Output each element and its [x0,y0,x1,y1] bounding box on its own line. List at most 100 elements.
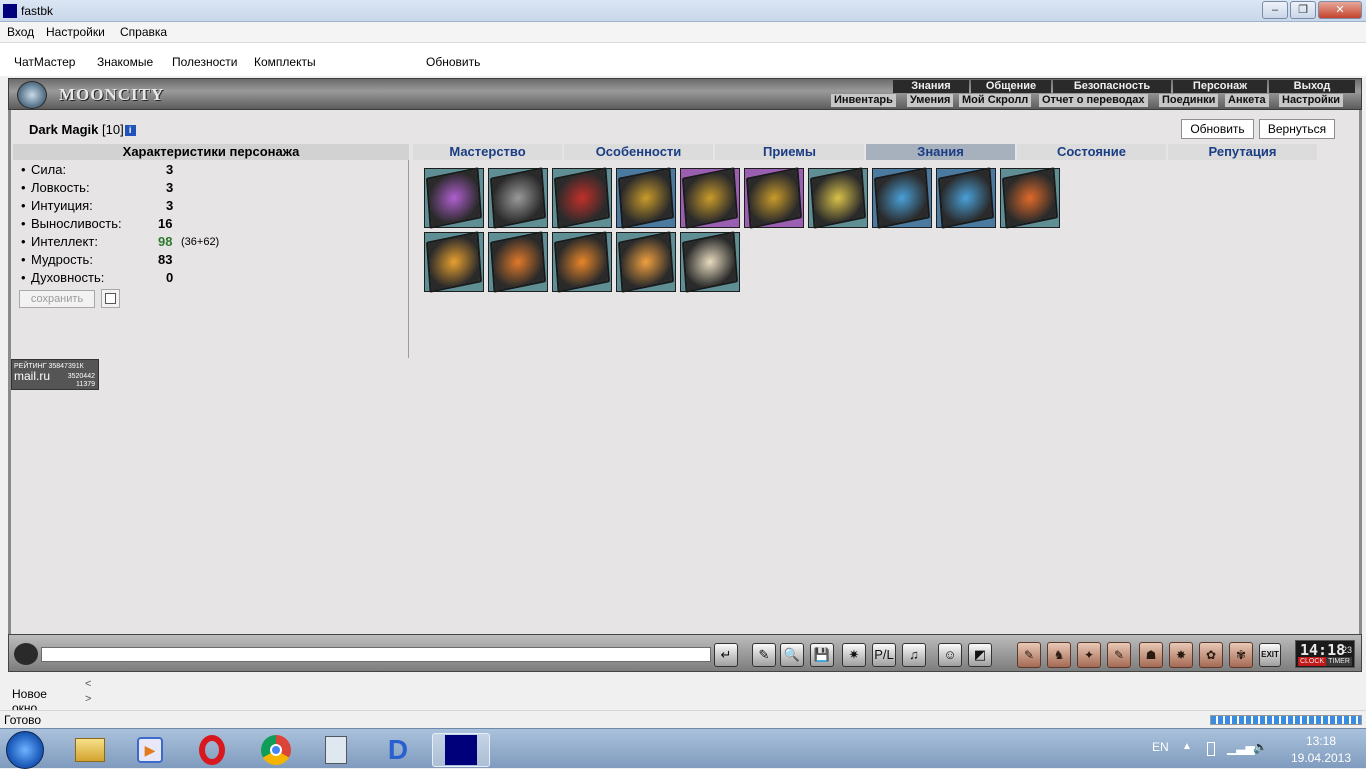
rating-line3: 11379 [76,381,95,388]
refresh-button[interactable]: Обновить [1181,119,1254,139]
game-action-button[interactable]: ✸ [1169,642,1193,668]
game-action-button[interactable]: ✾ [1229,642,1253,668]
media-player-icon[interactable]: ▶ [124,733,176,767]
tab-features[interactable]: Особенности [564,144,713,160]
chat-tool-button[interactable]: ♫ [902,643,926,667]
stat-agility: • Ловкость: [21,180,90,195]
scroll-item[interactable] [808,167,868,229]
chat-tool-button[interactable]: ◩ [968,643,992,667]
nav-character[interactable]: Персонаж [1173,80,1267,93]
chat-tool-button[interactable]: 🔍 [780,643,804,667]
tab-scroll-left-icon[interactable]: < [85,678,91,690]
save-checkbox[interactable] [101,289,120,308]
nav-skills[interactable]: Умения [907,94,954,107]
fastbk-taskbar-button[interactable] [432,733,490,767]
tab-mastery[interactable]: Мастерство [413,144,562,160]
timer-label[interactable]: TIMER [1326,657,1352,666]
start-button[interactable] [6,731,44,769]
game-action-button[interactable]: ✦ [1077,642,1101,668]
nav-fights[interactable]: Поединки [1159,94,1219,107]
chat-tool-button[interactable]: 💾 [810,643,834,667]
scroll-item[interactable] [680,167,740,229]
menu-bar: Вход Настройки Справка [0,22,1366,42]
toolbar-refresh[interactable]: Обновить [426,55,480,69]
scroll-item[interactable] [616,167,676,229]
close-button[interactable]: ✕ [1318,1,1362,19]
volume-muted-icon[interactable]: 🔈 [1253,740,1268,754]
scroll-item[interactable] [488,167,548,229]
game-action-button[interactable]: ✎ [1107,642,1131,668]
menu-login[interactable]: Вход [7,25,34,39]
nav-transfer-report[interactable]: Отчет о переводах [1039,94,1148,107]
stat-wisdom: • Мудрость: [21,252,93,267]
chat-tool-button[interactable]: ✎ [752,643,776,667]
game-action-button[interactable]: ♞ [1047,642,1071,668]
nav-my-scroll[interactable]: Мой Скролл [959,94,1032,107]
app-d-icon[interactable]: D [372,733,424,767]
scroll-icon [553,167,611,229]
clock-widget[interactable]: 14:18 23 CLOCK TIMER [1295,640,1355,668]
game-action-button[interactable]: ✎ [1017,642,1041,668]
maximize-button[interactable]: ❐ [1290,1,1316,19]
scroll-icon [937,167,995,229]
tab-state[interactable]: Состояние [1017,144,1166,160]
battery-icon[interactable] [1207,742,1215,756]
tab-techniques[interactable]: Приемы [715,144,864,160]
scroll-item[interactable] [936,167,996,229]
scroll-item[interactable] [424,167,484,229]
chat-avatar-icon[interactable] [14,643,38,665]
tab-knowledge[interactable]: Знания [866,144,1015,160]
nav-profile[interactable]: Анкета [1225,94,1269,107]
clock-label[interactable]: CLOCK [1298,657,1326,666]
tab-reputation[interactable]: Репутация [1168,144,1317,160]
signal-icon[interactable]: ▁▃▅ [1227,741,1255,755]
tab-scroll-right-icon[interactable]: > [85,693,91,705]
window-title: fastbk [21,4,54,18]
scroll-item[interactable] [552,231,612,293]
chat-tool-button[interactable]: ✷ [842,643,866,667]
calculator-icon[interactable] [310,733,362,767]
toolbar-sets[interactable]: Комплекты [254,55,316,69]
nav-inventory[interactable]: Инвентарь [831,94,896,107]
exit-button[interactable]: EXIT [1259,643,1281,667]
chat-tool-button[interactable]: P/L [872,643,896,667]
tray-date[interactable]: 19.04.2013 [1286,751,1356,765]
language-indicator[interactable]: EN [1152,740,1169,754]
chat-input[interactable] [41,647,711,662]
nav-knowledge[interactable]: Знания [893,80,969,93]
toolbar-chatmaster[interactable]: ЧатМастер [14,55,75,69]
scroll-item[interactable] [488,231,548,293]
scroll-item[interactable] [616,231,676,293]
scroll-item[interactable] [872,167,932,229]
scroll-item[interactable] [680,231,740,293]
scroll-item[interactable] [744,167,804,229]
scroll-icon [553,231,611,293]
explorer-icon[interactable] [64,733,116,767]
tray-time[interactable]: 13:18 [1286,734,1356,748]
show-hidden-icons-icon[interactable]: ▲ [1182,741,1192,752]
scroll-item[interactable] [552,167,612,229]
toolbar-friends[interactable]: Знакомые [97,55,153,69]
game-action-button[interactable]: ☗ [1139,642,1163,668]
scroll-item[interactable] [424,231,484,293]
toolbar-utilities[interactable]: Полезности [172,55,237,69]
chat-tool-button[interactable]: ☺ [938,643,962,667]
window-titlebar: fastbk – ❐ ✕ [0,0,1366,22]
game-action-button[interactable]: ✿ [1199,642,1223,668]
save-button[interactable]: сохранить [19,290,95,308]
chrome-icon[interactable] [250,733,302,767]
nav-settings[interactable]: Настройки [1279,94,1344,107]
chat-tool-button[interactable]: ↵ [714,643,738,667]
minimize-button[interactable]: – [1262,1,1288,19]
back-button[interactable]: Вернуться [1259,119,1335,139]
nav-social[interactable]: Общение [971,80,1051,93]
nav-security[interactable]: Безопасность [1053,80,1171,93]
info-icon[interactable]: i [124,125,136,136]
scroll-item[interactable] [1000,167,1060,229]
mailru-rating-counter[interactable]: РЕЙТИНГ 35847391К mail.ru 3520442 11379 [11,359,99,390]
scroll-icon [617,231,675,293]
nav-exit[interactable]: Выход [1269,80,1355,93]
menu-help[interactable]: Справка [120,25,167,39]
menu-settings[interactable]: Настройки [46,25,105,39]
opera-icon[interactable] [186,733,238,767]
